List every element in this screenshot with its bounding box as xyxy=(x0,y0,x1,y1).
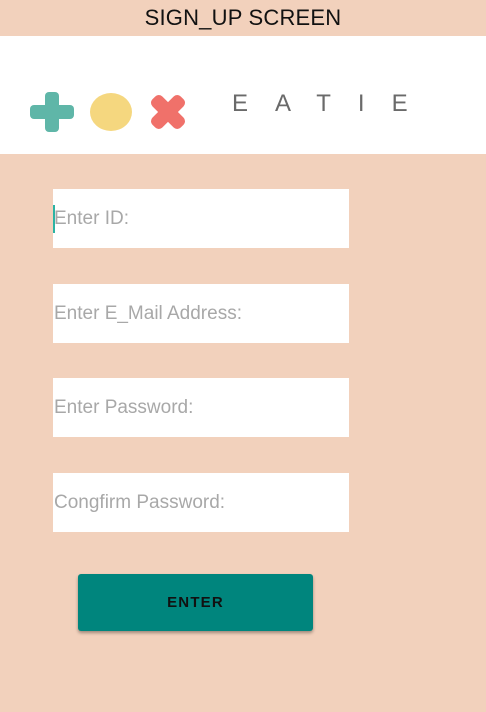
password-input[interactable] xyxy=(53,378,349,437)
screen-title: SIGN_UP SCREEN xyxy=(144,5,342,30)
circle-icon xyxy=(90,93,132,131)
title-bar: SIGN_UP SCREEN xyxy=(0,0,486,36)
cross-icon xyxy=(148,92,188,132)
brand-name: EATIE xyxy=(232,90,435,117)
logo-icons xyxy=(30,92,188,132)
text-caret xyxy=(53,205,55,233)
enter-button[interactable]: ENTER xyxy=(78,574,313,631)
email-input[interactable] xyxy=(53,284,349,343)
id-input[interactable] xyxy=(53,189,349,248)
confirm-password-input[interactable] xyxy=(53,473,349,532)
plus-icon xyxy=(30,92,74,132)
